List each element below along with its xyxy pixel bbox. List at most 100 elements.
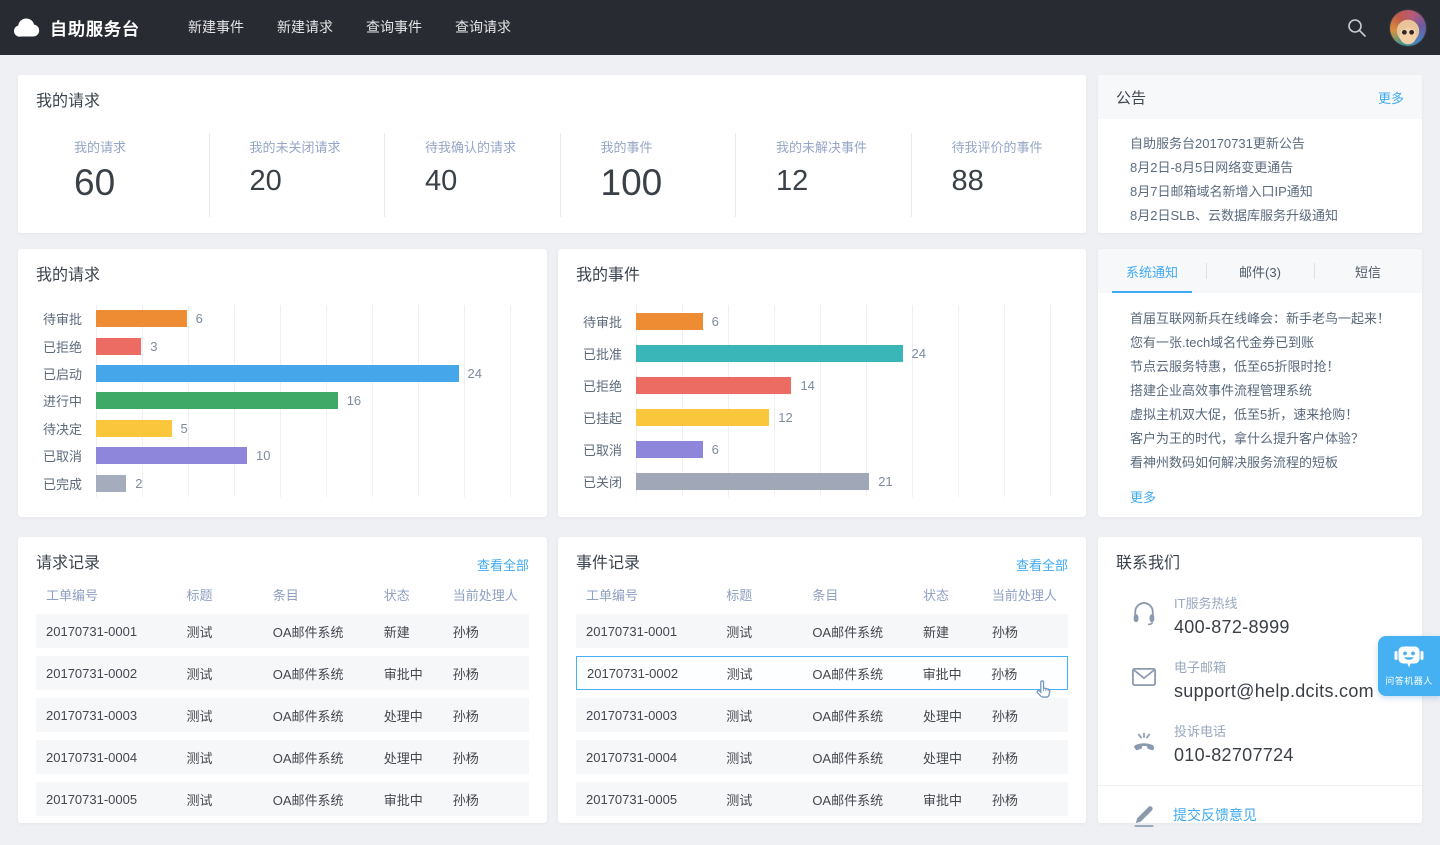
card-title: 我的请求 [18, 75, 1086, 113]
notification-item[interactable]: 客户为王的时代，拿什么提升客户体验？ [1130, 427, 1404, 451]
chart-value-label: 24 [468, 366, 482, 381]
chart-row: 待决定5 [34, 419, 519, 438]
tab-2[interactable]: 邮件(3) [1206, 249, 1314, 293]
table-cell: 审批中 [374, 790, 443, 809]
column-header: 当前处理人 [443, 585, 529, 604]
tab-1[interactable]: 系统通知 [1098, 249, 1206, 293]
chart-row: 已完成2 [34, 474, 519, 493]
announcement-item[interactable]: 8月2日-8月5日网络变更通告 [1130, 156, 1404, 180]
column-header: 工单编号 [576, 585, 716, 604]
brand-logo[interactable]: 自助服务台 [14, 15, 140, 40]
contact-title: 联系我们 [1098, 537, 1422, 575]
notification-item[interactable]: 您有一张.tech域名代金券已到账 [1130, 331, 1404, 355]
chart-category-label: 已关闭 [574, 472, 636, 491]
stat-item[interactable]: 我的未解决事件12 [735, 133, 911, 217]
notification-item[interactable]: 看神州数码如何解决服务流程的短板 [1130, 451, 1404, 475]
announcements-card: 公告 更多 自助服务台20170731更新公告8月2日-8月5日网络变更通告8月… [1098, 75, 1422, 233]
table-row[interactable]: 20170731-0001测试OA邮件系统新建孙杨 [576, 614, 1068, 648]
submit-feedback-link[interactable]: 提交反馈意见 [1098, 786, 1422, 829]
stat-item[interactable]: 待我确认的请求40 [384, 133, 560, 217]
announcements-more-link[interactable]: 更多 [1378, 88, 1404, 107]
column-header: 状态 [374, 585, 443, 604]
request-records-view-all-link[interactable]: 查看全部 [477, 555, 529, 574]
search-icon[interactable] [1344, 16, 1368, 40]
nav-item-1[interactable]: 新建事件 [188, 0, 244, 55]
table-cell: 20170731-0005 [576, 792, 716, 807]
table-cell: 审批中 [374, 664, 443, 683]
nav-item-3[interactable]: 查询事件 [366, 0, 422, 55]
incident-records-view-all-link[interactable]: 查看全部 [1016, 555, 1068, 574]
chart-row: 已拒绝3 [34, 337, 519, 356]
table-cell: 20170731-0003 [576, 708, 716, 723]
my-incidents-chart-card: 我的事件 待审批6已批准24已拒绝14已挂起12已取消6已关闭21 [558, 249, 1086, 517]
table-header: 工单编号标题条目状态当前处理人 [36, 583, 529, 605]
phone-complaint-icon [1130, 727, 1158, 755]
user-avatar[interactable] [1390, 10, 1426, 46]
column-header: 工单编号 [36, 585, 177, 604]
stat-item[interactable]: 待我评价的事件88 [911, 133, 1087, 217]
table-cell: OA邮件系统 [263, 790, 374, 809]
notifications-tabbar: 系统通知邮件(3)短信 [1098, 249, 1422, 293]
chart-bar [636, 473, 869, 490]
chart-bar-area: 24 [96, 365, 519, 382]
chart-value-label: 3 [150, 339, 157, 354]
robot-label: 问答机器人 [1385, 674, 1433, 687]
chart-category-label: 已拒绝 [574, 376, 636, 395]
contact-value: 010-82707724 [1174, 745, 1294, 766]
contact-items: IT服务热线400-872-8999电子邮箱support@help.dcits… [1098, 575, 1422, 769]
table-row[interactable]: 20170731-0005测试OA邮件系统审批中孙杨 [36, 782, 529, 816]
contact-item: IT服务热线400-872-8999 [1130, 593, 1422, 641]
headset-icon [1130, 599, 1158, 627]
table-cell: 测试 [716, 748, 802, 767]
robot-icon [1394, 645, 1424, 671]
table-cell: 测试 [716, 622, 802, 641]
notification-item[interactable]: 虚拟主机双大促，低至5折，速来抢购！ [1130, 403, 1404, 427]
stat-item[interactable]: 我的事件100 [560, 133, 736, 217]
chart-bar-area: 12 [636, 409, 1058, 426]
table-body: 20170731-0001测试OA邮件系统新建孙杨 20170731-0002测试… [576, 614, 1068, 816]
announcement-item[interactable]: 8月2日SLB、云数据库服务升级通知 [1130, 204, 1404, 228]
table-row[interactable]: 20170731-0004测试OA邮件系统处理中孙杨 [576, 740, 1068, 774]
contact-us-card: 联系我们 IT服务热线400-872-8999电子邮箱support@help.… [1098, 537, 1422, 823]
table-cell: 孙杨 [982, 706, 1068, 725]
table-row[interactable]: 20170731-0003测试OA邮件系统处理中孙杨 [36, 698, 529, 732]
nav-item-2[interactable]: 新建请求 [277, 0, 333, 55]
chart-category-label: 已挂起 [574, 408, 636, 427]
chart-bar-area: 16 [96, 392, 519, 409]
stat-item[interactable]: 我的请求60 [18, 133, 209, 217]
nav-item-4[interactable]: 查询请求 [455, 0, 511, 55]
cloud-logo-icon [14, 18, 40, 37]
table-row[interactable]: 20170731-0002测试OA邮件系统审批中孙杨 [576, 656, 1068, 690]
table-row[interactable]: 20170731-0002测试OA邮件系统审批中孙杨 [36, 656, 529, 690]
table-row[interactable]: 20170731-0004测试OA邮件系统处理中孙杨 [36, 740, 529, 774]
chart-row: 待审批6 [34, 309, 519, 328]
notification-item[interactable]: 首届互联网新兵在线峰会：新手老鸟一起来！ [1130, 307, 1404, 331]
announcement-item[interactable]: 8月7日邮箱域名新增入口IP通知 [1130, 180, 1404, 204]
column-header: 条目 [263, 585, 374, 604]
qa-robot-button[interactable]: 问答机器人 [1378, 636, 1440, 696]
notification-item[interactable]: 节点云服务特惠，低至65折限时抢！ [1130, 355, 1404, 379]
column-header: 条目 [802, 585, 913, 604]
announcement-item[interactable]: 自助服务台20170731更新公告 [1130, 132, 1404, 156]
bar-chart: 待审批6已拒绝3已启动24进行中16待决定5已取消10已完成2 [34, 305, 519, 497]
announcements-list: 自助服务台20170731更新公告8月2日-8月5日网络变更通告8月7日邮箱域名… [1098, 132, 1422, 228]
table-row[interactable]: 20170731-0005测试OA邮件系统审批中孙杨 [576, 782, 1068, 816]
table-cell: 新建 [374, 622, 443, 641]
chart-value-label: 12 [778, 410, 792, 425]
table-cell: OA邮件系统 [802, 706, 913, 725]
notification-item[interactable]: 搭建企业高效事件流程管理系统 [1130, 379, 1404, 403]
table-row[interactable]: 20170731-0003测试OA邮件系统处理中孙杨 [576, 698, 1068, 732]
stat-value: 20 [250, 164, 385, 199]
tab-3[interactable]: 短信 [1314, 249, 1422, 293]
chart-row: 已批准24 [574, 344, 1058, 363]
table-cell: 新建 [913, 622, 982, 641]
contact-value: support@help.dcits.com [1174, 681, 1374, 702]
chart-bar [96, 338, 141, 355]
table-row[interactable]: 20170731-0001测试OA邮件系统新建孙杨 [36, 614, 529, 648]
chart-value-label: 14 [800, 378, 814, 393]
chart-category-label: 待审批 [574, 312, 636, 331]
stat-item[interactable]: 我的未关闭请求20 [209, 133, 385, 217]
chart-bar [96, 392, 338, 409]
table-cell: 孙杨 [443, 748, 529, 767]
notifications-more-link[interactable]: 更多 [1130, 487, 1156, 506]
